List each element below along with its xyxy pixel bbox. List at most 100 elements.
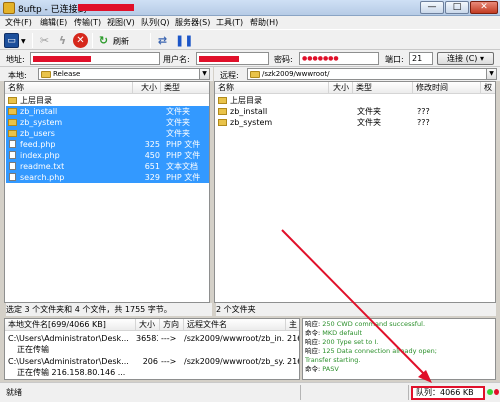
password-label: 密码: (274, 55, 293, 64)
up-folder-icon (218, 97, 227, 104)
refresh-button[interactable]: ↻ (96, 33, 111, 48)
log-pane[interactable]: 响应: 250 CWD command successful. 命令: MKD … (302, 318, 496, 380)
file-type: 文件夹 (166, 107, 190, 116)
queue-size: 36583 (136, 334, 158, 343)
queue-direction: ---> (161, 357, 177, 366)
queue-col-direction[interactable]: 方向 (160, 319, 184, 331)
menu-view[interactable]: 视图(V) (107, 17, 135, 28)
reconnect-button[interactable]: ϟ (55, 33, 70, 48)
app-icon (3, 2, 15, 14)
remote-col-mtime[interactable]: 修改时间 (413, 82, 481, 94)
local-col-type[interactable]: 类型 (161, 82, 209, 94)
queue-col-size[interactable]: 大小 (136, 319, 160, 331)
file-type: 文件夹 (166, 118, 190, 127)
window-title: 8uftp - 已连接到 (18, 5, 87, 15)
remote-col-type[interactable]: 类型 (353, 82, 413, 94)
folder-icon (41, 71, 51, 78)
remote-path-dropdown[interactable]: ▼ (486, 68, 497, 80)
site-manager-button[interactable]: ▭ (4, 33, 19, 48)
stop-button[interactable]: ✕ (73, 33, 88, 48)
queue-row[interactable]: C:\Users\Administrator\Desk... 36583 ---… (5, 333, 299, 344)
file-type: 文本文档 (166, 162, 198, 171)
queue-col-local[interactable]: 本地文件名[699/4066 KB] (5, 319, 136, 331)
remote-row[interactable]: zb_install 文件夹 ??? (216, 106, 486, 117)
up-folder-icon (8, 97, 17, 104)
stop-icon: ✕ (73, 33, 88, 48)
file-name: 上层目录 (20, 96, 52, 105)
queue-col-host[interactable]: 主 (286, 319, 299, 331)
local-row[interactable]: zb_system 文件夹 (6, 117, 209, 128)
menu-queue[interactable]: 队列(Q) (141, 17, 170, 28)
local-row-up[interactable]: 上层目录 (6, 95, 201, 106)
sync-icon: ⇄ (157, 34, 168, 47)
refresh-label[interactable]: 刷新 (113, 36, 129, 47)
maximize-button[interactable]: □ (445, 1, 469, 14)
remote-path-input[interactable]: /szk2009/wwwroot/ (247, 68, 487, 80)
toolbar-separator (32, 33, 33, 48)
queue-size-indicator: 队列：4066 KB (411, 386, 485, 400)
queue-local: C:\Users\Administrator\Desk... (8, 334, 129, 343)
chevron-down-icon: ▾ (479, 54, 484, 63)
local-col-name[interactable]: 名称 (5, 82, 133, 94)
remote-row-up[interactable]: 上层目录 (216, 95, 486, 106)
disconnect-button[interactable]: ✂ (37, 33, 52, 48)
password-input[interactable]: ●●●●●●● (299, 52, 379, 65)
file-type: 文件夹 (166, 129, 190, 138)
local-row[interactable]: readme.txt 651 文本文档 (6, 161, 209, 172)
sync-button[interactable]: ⇄ (155, 33, 170, 48)
local-row[interactable]: search.php 329 PHP 文件 (6, 172, 209, 183)
title-bar: 8uftp - 已连接到 — □ ✕ (0, 0, 500, 16)
refresh-icon: ↻ (98, 34, 109, 47)
local-path-dropdown[interactable]: ▼ (199, 68, 210, 80)
menu-bar: 文件(F) 编辑(E) 传输(T) 视图(V) 队列(Q) 服务器(S) 工具(… (0, 16, 500, 29)
minimize-button[interactable]: — (420, 1, 444, 14)
remote-file-list[interactable]: 名称 大小 类型 修改时间 权 上层目录 zb_install 文件夹 ??? … (214, 81, 496, 303)
file-name: feed.php (20, 140, 56, 149)
queue-col-remote[interactable]: 远程文件名 (184, 319, 286, 331)
username-input[interactable] (196, 52, 269, 65)
file-size: 329 (144, 173, 160, 182)
transfer-queue[interactable]: 本地文件名[699/4066 KB] 大小 方向 远程文件名 主 C:\User… (4, 318, 300, 380)
close-button[interactable]: ✕ (470, 1, 498, 14)
lightning-icon: ϟ (58, 34, 67, 47)
log-line: Transfer starting. (305, 356, 361, 364)
remote-col-size[interactable]: 大小 (329, 82, 353, 94)
menu-transfer[interactable]: 传输(T) (74, 17, 101, 28)
port-input[interactable]: 21 (409, 52, 433, 65)
menu-tools[interactable]: 工具(T) (216, 17, 243, 28)
pause-icon: ❚❚ (175, 34, 194, 47)
local-row[interactable]: feed.php 325 PHP 文件 (6, 139, 209, 150)
local-row[interactable]: zb_users 文件夹 (6, 128, 209, 139)
queue-row[interactable]: C:\Users\Administrator\Desk... 206 ---> … (5, 356, 299, 367)
remote-col-name[interactable]: 名称 (215, 82, 329, 94)
remote-col-perm[interactable]: 权 (481, 82, 495, 94)
remote-path-text: /szk2009/wwwroot/ (262, 70, 330, 78)
menu-server[interactable]: 服务器(S) (175, 17, 210, 28)
local-row[interactable]: index.php 450 PHP 文件 (6, 150, 209, 161)
local-col-size[interactable]: 大小 (133, 82, 161, 94)
address-input[interactable] (30, 52, 160, 65)
file-name: search.php (20, 173, 65, 182)
local-row[interactable]: zb_install 文件夹 (6, 106, 209, 117)
scissors-icon: ✂ (39, 34, 50, 47)
folder-icon (8, 108, 17, 115)
local-path-input[interactable]: Release (38, 68, 200, 80)
menu-help[interactable]: 帮助(H) (250, 17, 278, 28)
status-divider (408, 385, 409, 400)
remote-row[interactable]: zb_system 文件夹 ??? (216, 117, 486, 128)
local-file-list[interactable]: 名称 大小 类型 上层目录 zb_install 文件夹 zb_system 文… (4, 81, 210, 303)
queue-progress-row: 正在传输 216.158.80.146 ... (5, 367, 299, 378)
menu-file[interactable]: 文件(F) (5, 17, 32, 28)
file-name: zb_install (20, 107, 58, 116)
pause-button[interactable]: ❚❚ (175, 33, 194, 48)
status-divider (300, 385, 301, 400)
menu-edit[interactable]: 编辑(E) (40, 17, 67, 28)
folder-icon (8, 130, 17, 137)
file-icon (9, 162, 16, 170)
redacted-host (78, 4, 134, 11)
queue-progress-row: 正在传输 (5, 344, 299, 355)
chevron-down-icon[interactable]: ▼ (21, 38, 26, 45)
connect-button[interactable]: 连接 (C) ▾ (437, 52, 494, 65)
file-name: zb_users (20, 129, 55, 138)
folder-icon (218, 108, 227, 115)
